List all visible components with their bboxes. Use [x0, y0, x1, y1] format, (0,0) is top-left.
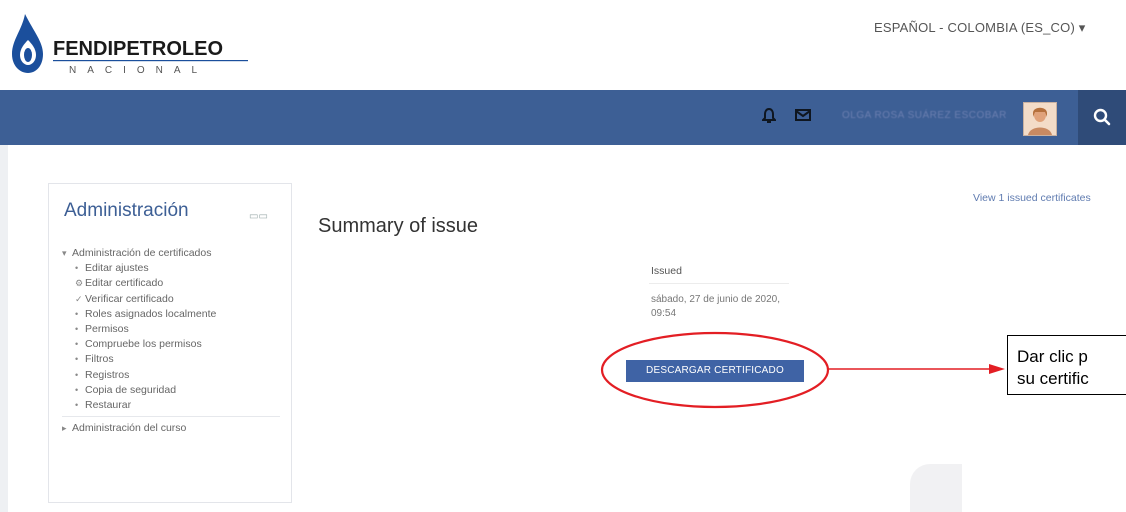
annotation-arrowhead — [989, 364, 1005, 374]
callout-line-2: su certific — [1017, 369, 1089, 388]
callout-line-1: Dar clic p — [1017, 347, 1088, 366]
annotation-callout: Dar clic p su certific — [1007, 335, 1126, 395]
background-shape — [910, 464, 962, 512]
annotation-overlay — [600, 331, 1005, 409]
highlight-ellipse — [600, 331, 830, 409]
